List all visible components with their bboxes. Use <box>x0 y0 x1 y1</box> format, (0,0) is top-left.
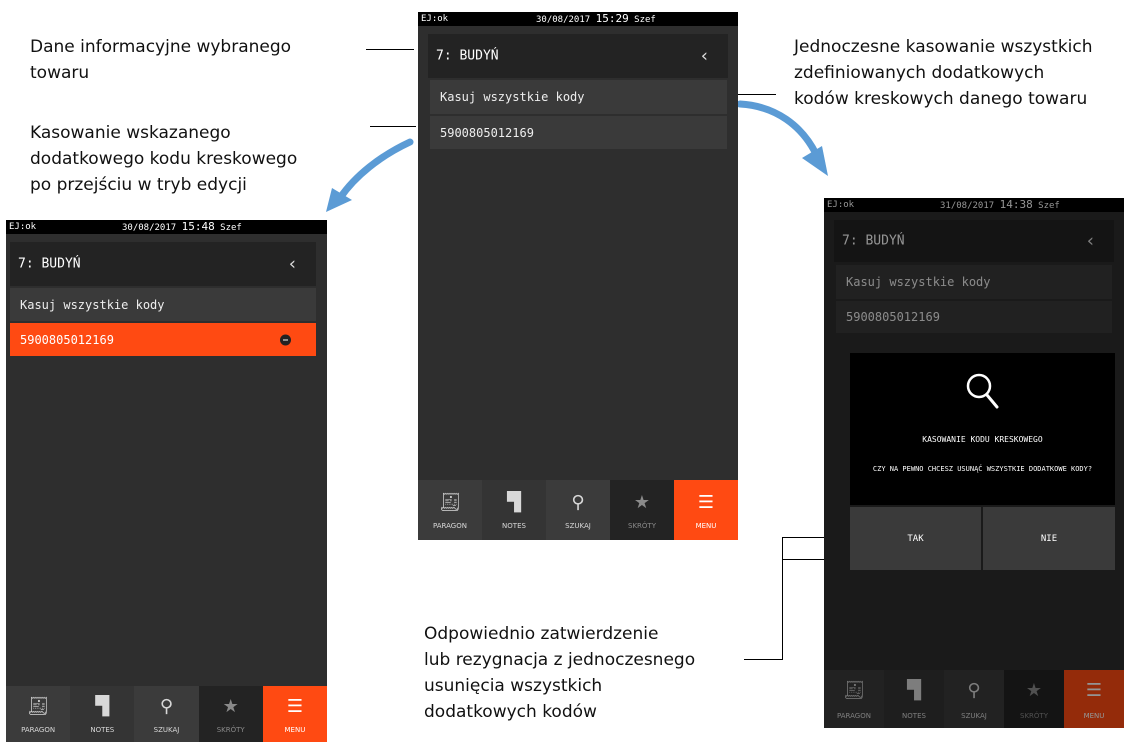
caption-delete-all-codes: Jednoczesne kasowanie wszystkich zdefini… <box>794 37 1093 109</box>
status-time: 15:48 <box>181 220 215 233</box>
back-icon[interactable]: ‹ <box>699 46 710 67</box>
caption-delete-single-code: Kasowanie wskazanego dodatkowego kodu kr… <box>30 123 298 195</box>
nav-skroty[interactable]: ★ SKRÓTY <box>198 686 263 742</box>
product-header: 7: BUDYŃ ‹ <box>428 34 728 78</box>
delete-all-codes-button[interactable]: Kasuj wszystkie kody <box>430 80 727 114</box>
status-ej: EJ:ok <box>9 222 37 232</box>
status-user: Szef <box>634 15 656 25</box>
barcode-value: 5900805012169 <box>20 332 114 347</box>
status-date: 30/08/2017 <box>536 15 591 25</box>
status-user: Szef <box>220 223 242 233</box>
nav-menu[interactable]: ☰ MENU <box>262 686 327 742</box>
yes-button[interactable]: TAK <box>850 507 981 570</box>
back-icon[interactable]: ‹ <box>287 254 298 275</box>
yes-label: TAK <box>907 533 924 544</box>
remove-icon[interactable] <box>280 334 291 345</box>
receipt-icon: 🧾︎ <box>438 492 462 513</box>
barcode-item-selected[interactable]: 5900805012169 <box>10 323 316 356</box>
status-bar: EJ:ok 30/08/2017 15:29 Szef <box>418 12 738 26</box>
delete-all-codes-label: Kasuj wszystkie kody <box>440 90 585 104</box>
status-bar: EJ:ok 30/08/2017 15:48 Szef <box>6 220 327 234</box>
product-title: 7: BUDYŃ <box>18 256 81 272</box>
dialog-title: KASOWANIE KODU KRESKOWEGO <box>922 435 1043 444</box>
confirm-dialog: KASOWANIE KODU KRESKOWEGO CZY NA PEWNO C… <box>850 353 1115 505</box>
delete-all-codes-label: Kasuj wszystkie kody <box>20 297 165 312</box>
nav-notes[interactable]: ▜ NOTES <box>70 686 135 742</box>
product-header: 7: BUDYŃ ‹ <box>10 242 316 286</box>
caption-product-info: Dane informacyjne wybranego towaru <box>30 37 292 83</box>
receipt-icon: 🧾︎ <box>26 696 50 717</box>
nav-szukaj[interactable]: ⚲ SZUKAJ <box>134 686 199 742</box>
pointer-line-bracket-bottom <box>744 659 783 660</box>
no-label: NIE <box>1040 533 1058 544</box>
caption-confirm-reject: Odpowiednio zatwierdzenie lub rezygnacja… <box>424 624 696 722</box>
pointer-line-delete-single <box>370 126 416 127</box>
nav-szukaj[interactable]: ⚲ SZUKAJ <box>546 480 610 540</box>
menu-icon: ☰ <box>697 492 715 513</box>
status-date: 30/08/2017 <box>122 223 177 233</box>
barcode-item[interactable]: 5900805012169 <box>430 116 727 149</box>
search-icon <box>966 373 999 409</box>
barcode-value: 5900805012169 <box>440 125 534 140</box>
nav-paragon[interactable]: 🧾︎ PARAGON <box>6 686 71 742</box>
dialog-question: CZY NA PEWNO CHCESZ USUNĄĆ WSZYSTKIE DOD… <box>872 465 1093 473</box>
bottom-nav: 🧾︎ PARAGON ▜ NOTES ⚲ SZUKAJ ★ SKRÓTY ☰ M… <box>418 480 738 540</box>
nav-paragon[interactable]: 🧾︎ PARAGON <box>418 480 482 540</box>
device-left: EJ:ok 30/08/2017 15:48 Szef 7: BUDYŃ ‹ K… <box>6 220 327 742</box>
star-icon: ★ <box>222 696 239 717</box>
pointer-line-bracket-vertical <box>782 537 783 659</box>
device-right: EJ:ok 31/08/2017 14:38 Szef 7: BUDYŃ ‹ K… <box>824 198 1124 728</box>
search-icon: ⚲ <box>571 492 585 513</box>
star-icon: ★ <box>633 492 651 513</box>
notes-icon: ▜ <box>95 696 110 717</box>
search-icon: ⚲ <box>159 696 174 717</box>
nav-notes[interactable]: ▜ NOTES <box>482 480 546 540</box>
menu-icon: ☰ <box>286 696 303 717</box>
arrow-to-right-screen <box>736 100 828 176</box>
delete-all-codes-button[interactable]: Kasuj wszystkie kody <box>10 288 316 321</box>
product-title: 7: BUDYŃ <box>436 48 499 64</box>
bottom-nav: 🧾︎ PARAGON ▜ NOTES ⚲ SZUKAJ ★ SKRÓTY ☰ M… <box>6 686 327 742</box>
status-ej: EJ:ok <box>421 14 449 24</box>
nav-skroty[interactable]: ★ SKRÓTY <box>610 480 674 540</box>
nav-menu[interactable]: ☰ MENU <box>674 480 738 540</box>
pointer-line-product-info <box>366 49 414 50</box>
notes-icon: ▜ <box>507 492 521 513</box>
arrow-to-left-screen <box>326 138 414 212</box>
no-button[interactable]: NIE <box>983 507 1115 570</box>
status-time: 15:29 <box>595 12 629 25</box>
device-center: EJ:ok 30/08/2017 15:29 Szef 7: BUDYŃ ‹ K… <box>418 12 738 540</box>
